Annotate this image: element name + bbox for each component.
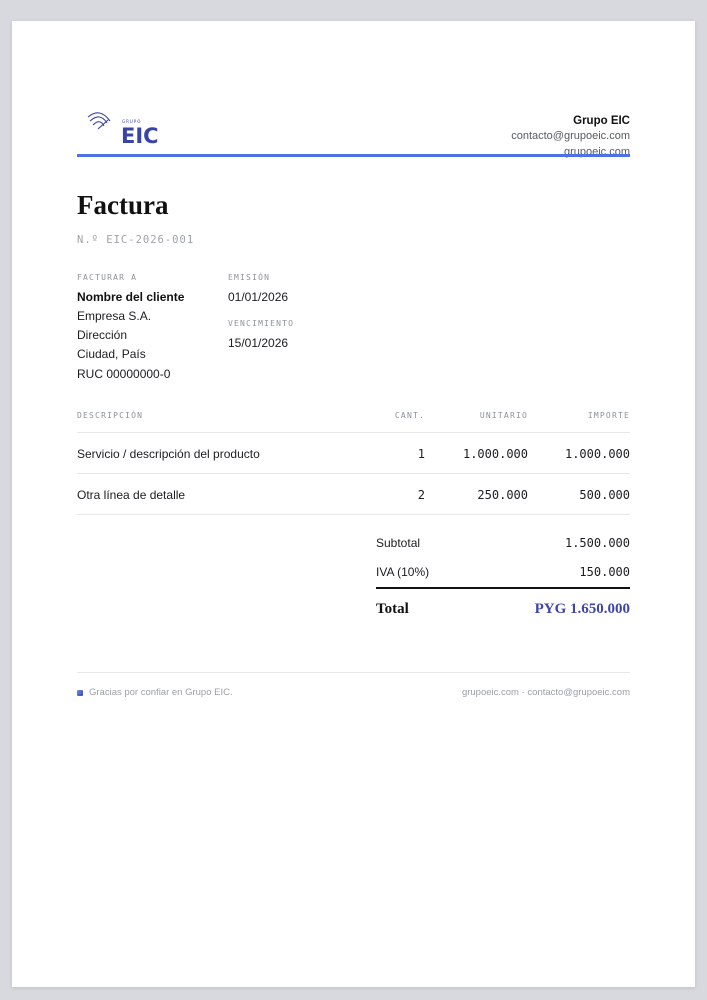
company-name: Grupo EIC	[573, 115, 630, 127]
row-unit-price: 1.000.000	[462, 447, 528, 461]
total-label: Total	[376, 601, 409, 617]
subtotal-row: Subtotal 1.500.000	[376, 527, 630, 556]
footer-contact[interactable]: grupoeic.com · contacto@grupoeic.com	[462, 687, 630, 698]
invoice-number: N.º EIC-2026-001	[77, 234, 195, 246]
invoice-content: GRUPO EIC Grupo EIC contacto@grupoeic.co…	[77, 21, 630, 987]
grupo-eic-logo: GRUPO EIC	[87, 112, 159, 146]
table-header: DESCRIPCIÓN CANT. UNITARIO IMPORTE	[77, 405, 630, 433]
subtotal-label: Subtotal	[376, 536, 421, 550]
header-quantity: CANT.	[394, 411, 425, 420]
footer-thanks: Gracias por confiar en Grupo EIC.	[89, 687, 233, 698]
company-email[interactable]: contacto@grupoeic.com	[511, 129, 630, 145]
bill-to-label: FACTURAR A	[77, 273, 138, 282]
client-name: Nombre del cliente	[77, 290, 185, 304]
row-amount: 1.000.000	[564, 447, 630, 461]
tax-value: 150.000	[579, 565, 630, 579]
subtotal-value: 1.500.000	[564, 536, 630, 550]
total-value: PYG 1.650.000	[534, 601, 630, 617]
items-table: DESCRIPCIÓN CANT. UNITARIO IMPORTE Servi…	[77, 405, 630, 515]
table-row: Servicio / descripción del producto 1 1.…	[77, 433, 630, 474]
row-quantity: 2	[417, 488, 425, 502]
footer-note: Gracias por confiar en Grupo EIC.	[77, 687, 233, 698]
client-address: Dirección	[77, 328, 128, 343]
company-info: Grupo EIC contacto@grupoeic.com grupoeic…	[511, 113, 630, 160]
row-description: Servicio / descripción del producto	[77, 447, 260, 461]
row-description: Otra línea de detalle	[77, 488, 186, 502]
invoice-title: Factura	[77, 190, 169, 220]
due-date: 15/01/2026	[228, 336, 289, 350]
row-amount: 500.000	[579, 488, 630, 502]
issue-date: 01/01/2026	[228, 290, 289, 304]
total-row: Total PYG 1.650.000	[376, 589, 630, 625]
client-tax-id: RUC 00000000-0	[77, 366, 171, 381]
tax-label: IVA (10%)	[376, 565, 430, 579]
header-amount: IMPORTE	[587, 411, 630, 420]
client-city: Ciudad, País	[77, 347, 146, 362]
issue-date-label: EMISIÓN	[228, 273, 271, 282]
totals-block: Subtotal 1.500.000 IVA (10%) 150.000 Tot…	[376, 527, 630, 625]
header-description: DESCRIPCIÓN	[77, 411, 144, 420]
logo-mark: EIC	[121, 124, 159, 146]
brand-square-icon	[77, 689, 83, 696]
header-rule	[77, 154, 630, 157]
client-company: Empresa S.A.	[77, 309, 152, 323]
invoice-sheet: GRUPO EIC Grupo EIC contacto@grupoeic.co…	[12, 21, 695, 987]
row-unit-price: 250.000	[477, 488, 528, 502]
table-row: Otra línea de detalle 2 250.000 500.000	[77, 474, 630, 515]
bill-to-block: FACTURAR A Nombre del cliente Empresa S.…	[77, 273, 184, 384]
tax-row: IVA (10%) 150.000	[376, 556, 630, 585]
footer-rule	[77, 672, 630, 673]
row-quantity: 1	[417, 447, 425, 461]
company-website[interactable]: grupoeic.com	[511, 145, 630, 161]
header-unit-price: UNITARIO	[479, 411, 528, 420]
due-date-label: VENCIMIENTO	[228, 319, 295, 328]
dates-block: EMISIÓN 01/01/2026 VENCIMIENTO 15/01/202…	[228, 273, 294, 352]
